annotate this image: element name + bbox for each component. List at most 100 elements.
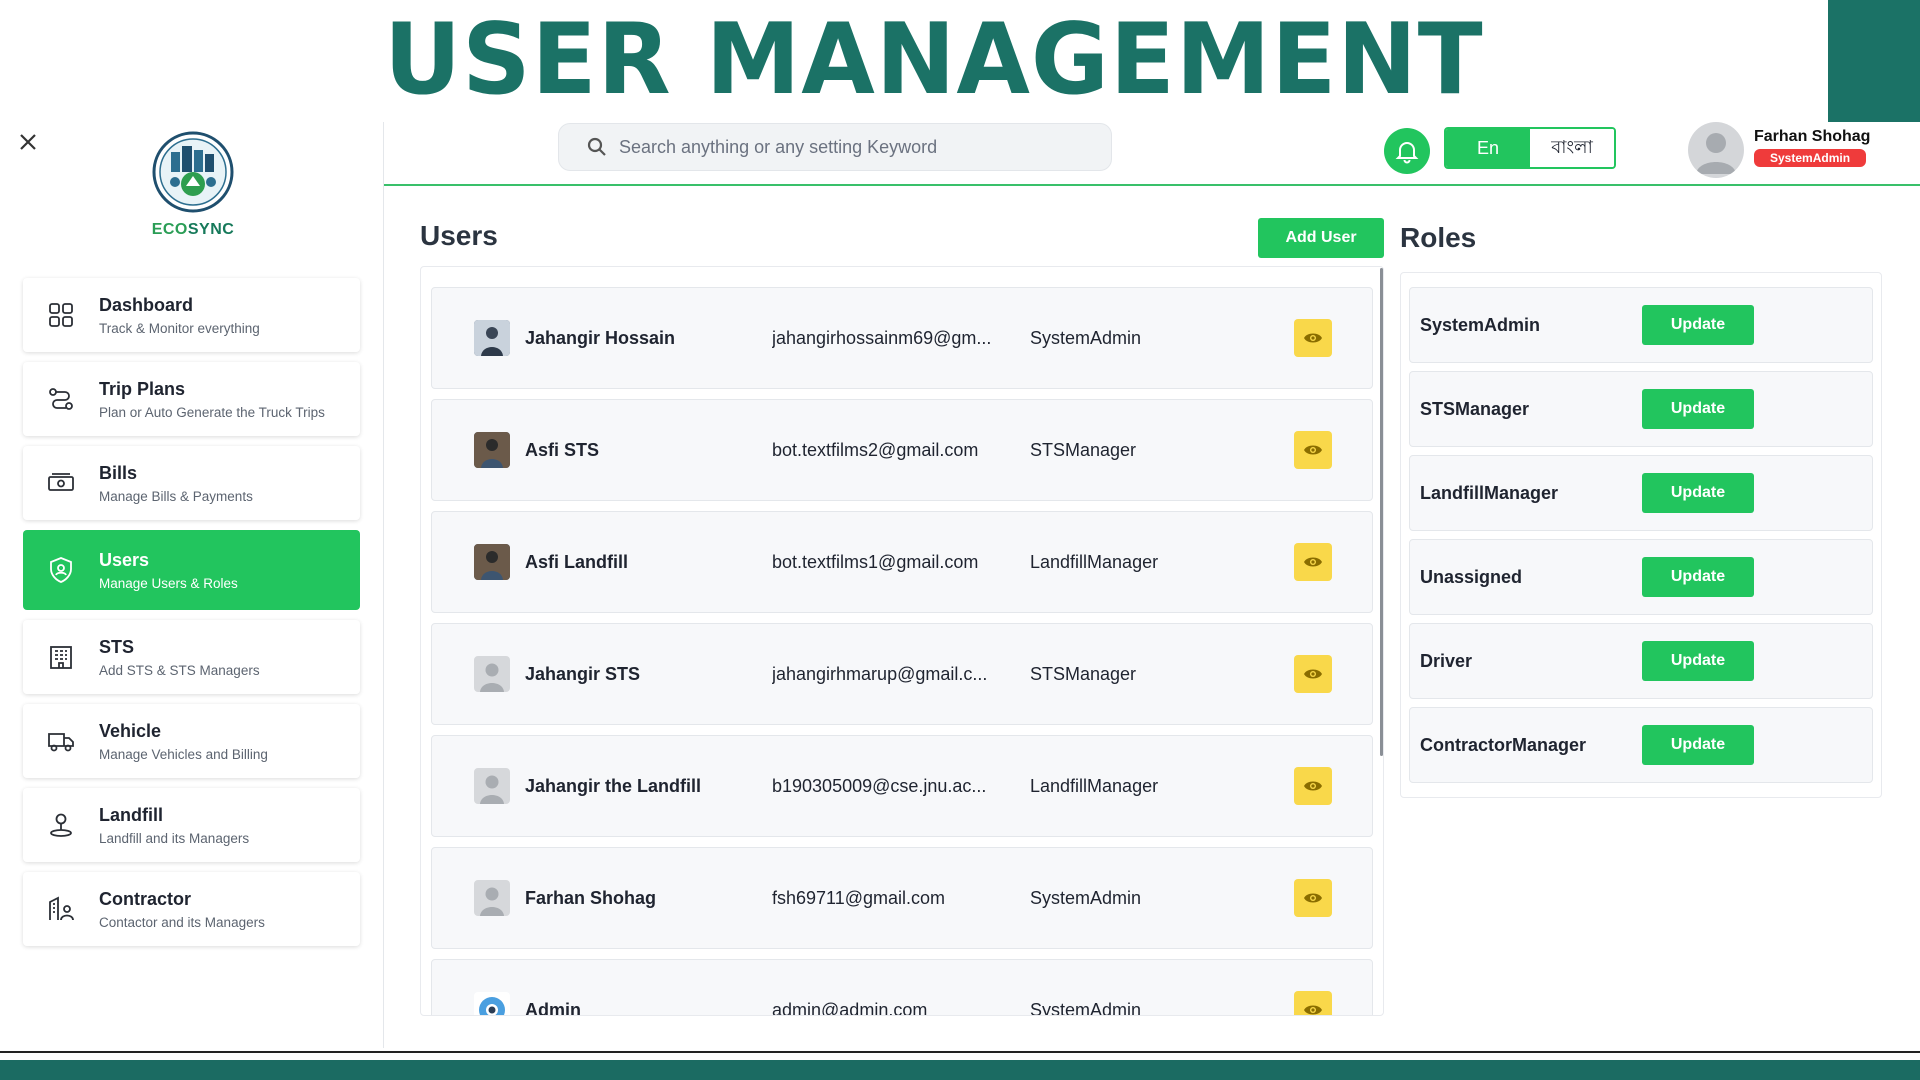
notifications-button[interactable] bbox=[1384, 128, 1430, 174]
sidebar-item-label: Users bbox=[99, 549, 150, 570]
sidebar-item-sts[interactable]: STS Add STS & STS Managers bbox=[23, 620, 360, 694]
logo-wordmark-suffix: SYNC bbox=[187, 221, 235, 238]
sidebar-item-subtitle: Add STS & STS Managers bbox=[99, 662, 260, 678]
lang-bn-button[interactable]: বাংলা bbox=[1530, 129, 1614, 167]
divider bbox=[0, 1051, 1920, 1053]
user-role: STSManager bbox=[1030, 663, 1137, 684]
user-role: SystemAdmin bbox=[1030, 887, 1142, 908]
user-role: LandfillManager bbox=[1030, 551, 1159, 572]
sidebar-item-contractor[interactable]: Contractor Contactor and its Managers bbox=[23, 872, 360, 946]
roles-section-title: Roles bbox=[1400, 222, 1477, 253]
sidebar-item-subtitle: Landfill and its Managers bbox=[99, 830, 250, 846]
ecosync-logo[interactable]: ECOSYNC bbox=[145, 130, 241, 240]
view-user-button[interactable] bbox=[1294, 319, 1332, 357]
sidebar-item-subtitle: Manage Vehicles and Billing bbox=[99, 746, 268, 762]
sidebar-item-subtitle: Track & Monitor everything bbox=[99, 320, 260, 336]
sidebar-item-label: STS bbox=[99, 636, 135, 657]
update-role-button[interactable]: Update bbox=[1642, 305, 1754, 345]
sidebar-item-label: Landfill bbox=[99, 804, 163, 825]
sidebar-nav: Dashboard Track & Monitor everything Trip… bbox=[23, 278, 360, 956]
user-name: Asfi STS bbox=[525, 439, 600, 460]
users-scrollbar[interactable] bbox=[1380, 268, 1383, 756]
eye-icon bbox=[1304, 557, 1322, 567]
user-email: b190305009@cse.jnu.ac... bbox=[772, 775, 987, 796]
table-row[interactable]: Admin admin@admin.com SystemAdmin bbox=[431, 959, 1373, 1016]
table-row[interactable]: Jahangir Hossain jahangirhossainm69@gm..… bbox=[431, 287, 1373, 389]
view-user-button[interactable] bbox=[1294, 543, 1332, 581]
footer-accent-bar bbox=[0, 1060, 1920, 1080]
update-role-button[interactable]: Update bbox=[1642, 389, 1754, 429]
role-row: SystemAdmin Update bbox=[1409, 287, 1873, 363]
sidebar: ECOSYNC Dashboard Track & Monitor everyth… bbox=[0, 122, 384, 1048]
user-list: Jahangir Hossain jahangirhossainm69@gm..… bbox=[431, 287, 1373, 1016]
search-input[interactable] bbox=[619, 136, 1089, 158]
close-sidebar-button[interactable] bbox=[14, 128, 42, 156]
update-role-button[interactable]: Update bbox=[1642, 725, 1754, 765]
table-row[interactable]: Asfi Landfill bot.textfilms1@gmail.com L… bbox=[431, 511, 1373, 613]
role-name: Unassigned bbox=[1420, 566, 1523, 587]
search-box bbox=[558, 123, 1112, 171]
sidebar-item-trip-plans[interactable]: Trip Plans Plan or Auto Generate the Truc… bbox=[23, 362, 360, 436]
role-row: ContractorManager Update bbox=[1409, 707, 1873, 783]
eye-icon bbox=[1304, 445, 1322, 455]
slide: USER MANAGEMENT ECOSYNC Dashboard Track … bbox=[0, 0, 1920, 1080]
user-avatar-icon bbox=[1696, 133, 1736, 174]
view-user-button[interactable] bbox=[1294, 991, 1332, 1015]
sidebar-item-users[interactable]: Users Manage Users & Roles bbox=[23, 530, 360, 610]
logo-wordmark: ECOSYNC bbox=[145, 221, 241, 239]
user-email: bot.textfilms1@gmail.com bbox=[772, 551, 979, 572]
view-user-button[interactable] bbox=[1294, 431, 1332, 469]
user-role: SystemAdmin bbox=[1030, 999, 1142, 1016]
lang-en-button[interactable]: En bbox=[1446, 129, 1530, 167]
update-role-button[interactable]: Update bbox=[1642, 641, 1754, 681]
sidebar-item-label: Dashboard bbox=[99, 294, 194, 315]
banner-title-text: USER MANAGEMENT bbox=[384, 3, 1484, 117]
users-section-title: Users bbox=[420, 220, 498, 251]
user-name: Jahangir STS bbox=[525, 663, 641, 684]
add-user-button[interactable]: Add User bbox=[1258, 218, 1384, 258]
sidebar-item-label: Vehicle bbox=[99, 720, 162, 741]
user-placeholder-avatar bbox=[474, 880, 510, 916]
user-email: jahangirhmarup@gmail.c... bbox=[772, 663, 988, 684]
update-role-button[interactable]: Update bbox=[1642, 557, 1754, 597]
sidebar-item-landfill[interactable]: Landfill Landfill and its Managers bbox=[23, 788, 360, 862]
table-row[interactable]: Jahangir the Landfill b190305009@cse.jnu… bbox=[431, 735, 1373, 837]
sidebar-item-bills[interactable]: Bills Manage Bills & Payments bbox=[23, 446, 360, 520]
eye-icon bbox=[1304, 669, 1322, 679]
user-avatar-icon bbox=[480, 775, 504, 804]
role-name: Driver bbox=[1420, 650, 1473, 671]
sidebar-item-dashboard[interactable]: Dashboard Track & Monitor everything bbox=[23, 278, 360, 352]
sidebar-item-subtitle: Manage Bills & Payments bbox=[99, 488, 253, 504]
view-user-button[interactable] bbox=[1294, 655, 1332, 693]
sidebar-item-label: Bills bbox=[99, 462, 138, 483]
user-role: STSManager bbox=[1030, 439, 1137, 460]
role-row: Driver Update bbox=[1409, 623, 1873, 699]
update-role-button[interactable]: Update bbox=[1642, 473, 1754, 513]
top-header: En বাংলা Farhan Shohag SystemAdmin bbox=[384, 122, 1920, 186]
sidebar-item-subtitle: Plan or Auto Generate the Truck Trips bbox=[99, 404, 325, 420]
bell-icon bbox=[1395, 142, 1419, 164]
truck-icon bbox=[48, 733, 74, 752]
users-panel[interactable]: Jahangir Hossain jahangirhossainm69@gm..… bbox=[420, 266, 1384, 1016]
table-row[interactable]: Farhan Shohag fsh69711@gmail.com SystemA… bbox=[431, 847, 1373, 949]
view-user-button[interactable] bbox=[1294, 767, 1332, 805]
role-row: STSManager Update bbox=[1409, 371, 1873, 447]
app-window: ECOSYNC Dashboard Track & Monitor everyth… bbox=[0, 122, 1920, 1048]
cash-icon bbox=[48, 473, 74, 491]
sidebar-item-vehicle[interactable]: Vehicle Manage Vehicles and Billing bbox=[23, 704, 360, 778]
table-row[interactable]: Jahangir STS jahangirhmarup@gmail.c... S… bbox=[431, 623, 1373, 725]
user-avatar-icon bbox=[480, 663, 504, 692]
user-photo bbox=[474, 544, 510, 580]
sidebar-item-label: Trip Plans bbox=[99, 378, 186, 399]
user-placeholder-avatar bbox=[474, 768, 510, 804]
role-name: STSManager bbox=[1420, 398, 1530, 419]
view-user-button[interactable] bbox=[1294, 879, 1332, 917]
user-email: jahangirhossainm69@gm... bbox=[772, 327, 992, 348]
avatar[interactable] bbox=[1688, 122, 1744, 178]
eye-icon bbox=[1304, 333, 1322, 343]
sidebar-item-subtitle: Contactor and its Managers bbox=[99, 914, 265, 930]
role-row: LandfillManager Update bbox=[1409, 455, 1873, 531]
current-user: Farhan Shohag SystemAdmin bbox=[1754, 128, 1870, 167]
table-row[interactable]: Asfi STS bot.textfilms2@gmail.com STSMan… bbox=[431, 399, 1373, 501]
person-photo-icon bbox=[474, 432, 510, 468]
